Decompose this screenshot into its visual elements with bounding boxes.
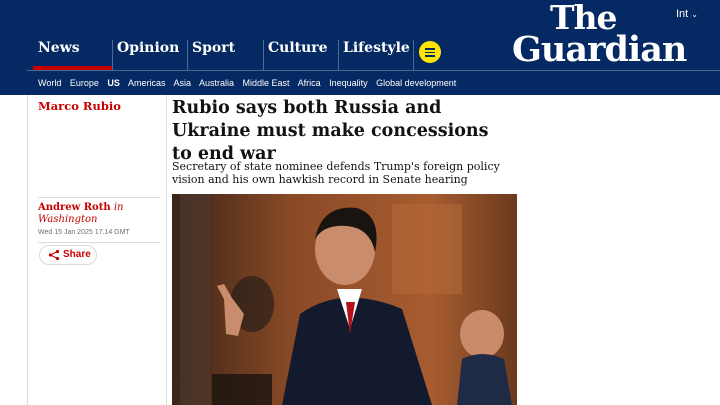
article-headline: Rubio says both Russia and Ukraine must …	[172, 98, 489, 164]
hearing-photo	[172, 194, 517, 405]
article-main-image	[172, 194, 517, 405]
share-icon	[48, 249, 60, 261]
pillar-divider	[263, 40, 264, 70]
site-header: Int ⌄ The Guardian News Opinion Sport Cu…	[0, 0, 720, 95]
logo-line-2: Guardian	[512, 29, 687, 70]
article-standfirst: Secretary of state nominee defends Trump…	[172, 160, 500, 186]
subnav-item-americas[interactable]: Americas	[128, 78, 166, 88]
subnav-item-africa[interactable]: Africa	[298, 78, 321, 88]
byline-divider	[38, 197, 160, 198]
pillar-divider	[413, 40, 414, 70]
nav-pillar-opinion[interactable]: Opinion	[117, 40, 179, 70]
nav-pillar-culture[interactable]: Culture	[268, 40, 328, 70]
author-link[interactable]: Andrew Roth	[38, 202, 111, 213]
subnav-item-europe[interactable]: Europe	[70, 78, 99, 88]
hamburger-icon	[425, 48, 435, 50]
subnav-item-inequality[interactable]: Inequality	[329, 78, 368, 88]
byline-location: Washington	[38, 214, 98, 225]
subnav-item-australia[interactable]: Australia	[199, 78, 234, 88]
share-label: Share	[63, 249, 91, 260]
byline-in: in	[113, 202, 124, 213]
pillar-divider	[187, 40, 188, 70]
subnav-item-asia[interactable]: Asia	[173, 78, 191, 88]
subnav-item-global-development[interactable]: Global development	[376, 78, 456, 88]
subnav-item-world[interactable]: World	[38, 78, 61, 88]
subnav-divider	[27, 70, 720, 71]
nav-pillar-lifestyle[interactable]: Lifestyle	[343, 40, 410, 70]
menu-button[interactable]	[419, 41, 441, 63]
subnav-item-middle-east[interactable]: Middle East	[243, 78, 290, 88]
guardian-logo[interactable]: The Guardian	[512, 1, 702, 70]
pillar-divider	[112, 40, 113, 70]
subnav: World Europe US Americas Asia Australia …	[38, 78, 462, 88]
meta-column-rule	[166, 95, 167, 405]
publish-date: Wed 15 Jan 2025 17.14 GMT	[38, 229, 130, 236]
share-button[interactable]: Share	[39, 245, 97, 265]
subnav-item-us[interactable]: US	[107, 78, 120, 88]
section-tag[interactable]: Marco Rubio	[38, 99, 121, 113]
byline: Andrew Roth in Washington	[38, 202, 158, 226]
left-gutter-rule	[27, 95, 28, 405]
nav-pillar-sport[interactable]: Sport	[192, 40, 235, 70]
pillar-divider	[338, 40, 339, 70]
date-divider	[38, 242, 160, 243]
